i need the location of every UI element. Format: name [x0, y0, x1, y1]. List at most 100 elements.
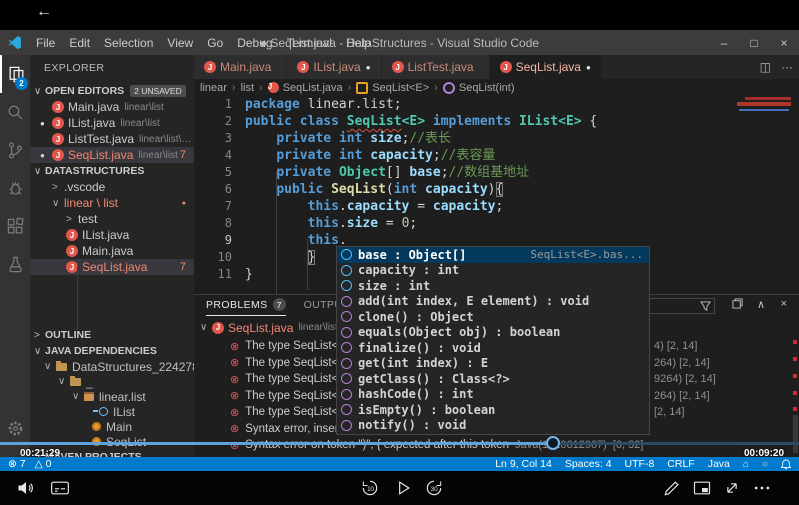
problem-message-fragment: [2, 14] — [654, 406, 685, 418]
bell-icon[interactable] — [781, 459, 791, 470]
dependency-row[interactable]: Main — [30, 419, 194, 434]
dependency-row[interactable]: IList — [30, 404, 194, 419]
status-problems[interactable]: ⊗ 7 △ 0 — [0, 458, 51, 470]
open-editor-row[interactable]: J Main.java linear\list — [30, 99, 194, 115]
back-icon[interactable]: ← — [36, 3, 52, 21]
dependency-row[interactable]: ∨ linear.list — [30, 389, 194, 404]
video-playhead[interactable] — [546, 436, 560, 450]
dependency-row[interactable]: ∨ _ — [30, 374, 194, 389]
breadcrumb-item[interactable]: J SeqList.java › — [268, 82, 357, 94]
java-status-icon[interactable]: ⌂ — [743, 459, 749, 470]
test-flask-icon[interactable] — [0, 245, 30, 283]
symbol-kind-icon — [341, 265, 352, 276]
tree-row[interactable]: J Main.java — [30, 243, 194, 259]
svg-text:30: 30 — [431, 486, 438, 493]
eol-sequence[interactable]: CRLF — [667, 458, 694, 470]
suggestion-item[interactable]: size : int — [337, 278, 649, 294]
suggestion-item[interactable]: equals(Object obj) : boolean — [337, 325, 649, 341]
breadcrumb-item[interactable]: list › — [241, 82, 268, 94]
dependency-row[interactable]: ∨ DataStructures_22427874 — [30, 359, 194, 374]
error-icon: ⊗ — [230, 422, 239, 435]
suggestion-item[interactable]: isEmpty() : boolean — [337, 402, 649, 418]
fullscreen-icon[interactable] — [722, 478, 742, 498]
play-icon[interactable] — [393, 478, 413, 498]
code-line[interactable]: 6 public SeqList(int capacity){ — [194, 181, 799, 198]
menu-item[interactable]: View — [160, 36, 200, 50]
menu-item[interactable]: Selection — [97, 36, 160, 50]
suggestion-item[interactable]: capacity : int — [337, 263, 649, 279]
menu-item[interactable]: Edit — [62, 36, 97, 50]
problem-row[interactable]: ⊗ Syntax error on token ")", { expected … — [194, 437, 799, 454]
maximize-button[interactable]: □ — [739, 30, 769, 55]
search-icon[interactable] — [0, 93, 30, 131]
status-circle-icon[interactable]: ○ — [762, 459, 768, 470]
encoding[interactable]: UTF-8 — [625, 458, 655, 470]
breadcrumb-item[interactable]: SeqList(int) › — [443, 82, 515, 94]
suggestion-item[interactable]: add(int index, E element) : void — [337, 294, 649, 310]
menu-item[interactable]: Go — [200, 36, 230, 50]
suggestion-label: size : int — [358, 279, 430, 293]
code-line[interactable]: 5 private Object[] base;//数组基地址 — [194, 164, 799, 181]
forward-30-icon[interactable]: 30 — [424, 478, 444, 498]
breadcrumb-item[interactable]: linear › — [200, 82, 241, 94]
panel-maximize-icon[interactable]: ∧ — [757, 298, 765, 311]
sidebar-spacer — [30, 275, 194, 327]
tree-row[interactable]: J SeqList.java 7 — [30, 259, 194, 275]
explorer-icon[interactable]: 2 — [0, 55, 30, 93]
panel-views-icon[interactable] — [732, 298, 743, 309]
tab-problems[interactable]: PROBLEMS 7 — [206, 295, 286, 316]
symbol-kind-icon — [341, 327, 352, 338]
more-options-icon[interactable] — [752, 478, 772, 498]
suggestion-item[interactable]: getClass() : Class<?> — [337, 371, 649, 387]
suggestion-item[interactable]: notify() : void — [337, 418, 649, 434]
open-editor-row[interactable]: J ListTest.java linear\list\test — [30, 131, 194, 147]
open-editor-row[interactable]: ● J SeqList.java linear\list 7 — [30, 147, 194, 163]
code-line[interactable]: 2 public class SeqList<E> implements ILi… — [194, 113, 799, 130]
code-line[interactable]: 8 this.size = 0; — [194, 215, 799, 232]
project-section-header[interactable]: ∨ DATASTRUCTURES — [30, 163, 194, 179]
tree-row[interactable]: ∨ linear \ list ● — [30, 195, 194, 211]
tree-row[interactable]: J IList.java — [30, 227, 194, 243]
subtitles-icon[interactable] — [50, 478, 70, 498]
code-line[interactable]: 3 private int size;//表长 — [194, 130, 799, 147]
code-line[interactable]: 7 this.capacity = capacity; — [194, 198, 799, 215]
editor-tab[interactable]: J Main.java — [194, 55, 287, 79]
suggestion-item[interactable]: hashCode() : int — [337, 387, 649, 403]
panel-close-icon[interactable]: × — [781, 298, 787, 310]
editor-tab[interactable]: J IList.java ● — [287, 55, 381, 79]
java-dependencies-header[interactable]: ∨ JAVA DEPENDENCIES — [30, 343, 194, 359]
source-control-icon[interactable] — [0, 131, 30, 169]
language-mode[interactable]: Java — [708, 458, 730, 470]
picture-in-picture-icon[interactable] — [692, 478, 712, 498]
open-editors-header[interactable]: ∨ OPEN EDITORS 2 UNSAVED — [30, 83, 194, 99]
breadcrumb-item[interactable]: SeqList<E> › — [356, 82, 443, 94]
suggestion-item[interactable]: finalize() : void — [337, 340, 649, 356]
split-editor-icon[interactable]: ◫ — [760, 60, 771, 74]
open-editor-row[interactable]: ● J IList.java linear\list — [30, 115, 194, 131]
video-progress-bar[interactable] — [0, 442, 799, 445]
cursor-position[interactable]: Ln 9, Col 14 — [495, 458, 552, 470]
rewind-10-icon[interactable]: 10 — [360, 478, 380, 498]
indentation[interactable]: Spaces: 4 — [565, 458, 612, 470]
suggestion-item[interactable]: base : Object[] SeqList<E>.bas... — [337, 247, 649, 263]
minimize-button[interactable]: – — [709, 30, 739, 55]
dependency-label: linear.list — [99, 390, 146, 404]
code-line[interactable]: 1 package linear.list; — [194, 96, 799, 113]
editor-tab[interactable]: J ListTest.java — [382, 55, 490, 79]
extensions-icon[interactable] — [0, 207, 30, 245]
editor-tab[interactable]: J SeqList.java ● — [490, 55, 602, 79]
suggestion-item[interactable]: clone() : Object — [337, 309, 649, 325]
scrollbar-thumb[interactable] — [793, 415, 798, 453]
close-button[interactable]: × — [769, 30, 799, 55]
video-progress-fill — [0, 442, 553, 445]
edit-pencil-icon[interactable] — [662, 478, 682, 498]
code-line[interactable]: 4 private int capacity;//表容量 — [194, 147, 799, 164]
tree-row[interactable]: > test — [30, 211, 194, 227]
suggestion-item[interactable]: get(int index) : E — [337, 356, 649, 372]
volume-icon[interactable] — [16, 478, 36, 498]
more-actions-icon[interactable]: ··· — [781, 60, 793, 74]
tree-row[interactable]: > .vscode — [30, 179, 194, 195]
outline-header[interactable]: > OUTLINE — [30, 327, 194, 343]
menu-item[interactable]: File — [29, 36, 62, 50]
debug-icon[interactable] — [0, 169, 30, 207]
